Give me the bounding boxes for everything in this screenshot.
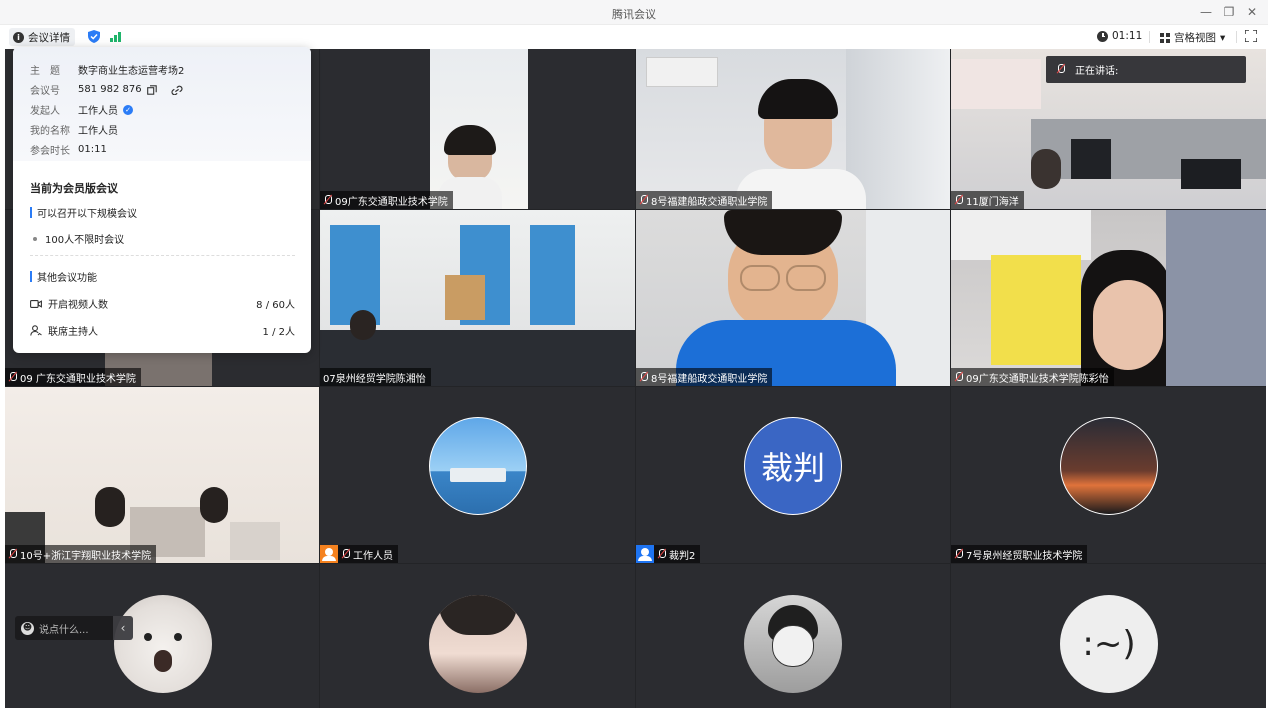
- participant-avatar: [429, 417, 527, 515]
- feature-cohost-value: 1 / 2人: [262, 327, 295, 338]
- section-features: 其他会议功能: [30, 269, 97, 284]
- video-tile[interactable]: [636, 564, 950, 708]
- mic-muted-icon: [954, 194, 963, 206]
- toolbar-divider: [1236, 31, 1237, 43]
- chat-quick-input: ☻ 说点什么... ‹: [15, 616, 135, 640]
- mic-muted-icon: [1056, 64, 1065, 75]
- video-tile[interactable]: 09广东交通职业技术学院陈彩怡: [951, 210, 1266, 386]
- camera-feed: [320, 49, 635, 209]
- restore-button[interactable]: ❐: [1219, 3, 1239, 21]
- video-tile[interactable]: 10号+浙江宇翔职业技术学院: [5, 387, 319, 563]
- mic-muted-icon: [954, 548, 963, 560]
- speaking-indicator: 正在讲话:: [1046, 56, 1246, 83]
- chevron-down-icon: ▾: [1220, 31, 1226, 44]
- host-icon: [320, 545, 338, 563]
- cohost-user-icon: [30, 325, 42, 336]
- participant-name-tag: 09广东交通职业技术学院: [320, 191, 453, 209]
- mic-muted-icon: [639, 194, 648, 206]
- video-tile[interactable]: 7号泉州经贸职业技术学院: [951, 387, 1266, 563]
- info-row-topic: 主 题 数字商业生态运营考场2: [30, 66, 185, 77]
- mic-muted-icon: [323, 194, 332, 206]
- mic-muted-icon: [8, 371, 17, 383]
- meeting-id: 581 982 876: [78, 84, 142, 95]
- mic-muted-icon: [8, 548, 17, 560]
- participant-avatar: [429, 595, 527, 693]
- section-scale: 可以召开以下规模会议: [30, 205, 137, 220]
- cohost-icon: [636, 545, 654, 563]
- meeting-info-button[interactable]: i 会议详情: [9, 28, 75, 46]
- info-row-meeting-id: 会议号 581 982 876: [30, 82, 184, 97]
- view-mode-label: 宫格视图: [1174, 32, 1216, 44]
- app-title: 腾讯会议: [612, 8, 656, 21]
- participant-name-tag: 8号福建船政交通职业学院: [636, 368, 773, 386]
- info-row-duration: 参会时长 01:11: [30, 144, 107, 157]
- mic-muted-icon: [639, 371, 648, 383]
- network-signal-icon[interactable]: [110, 31, 121, 42]
- video-camera-icon: [30, 299, 42, 308]
- participant-avatar: :~): [1060, 595, 1158, 693]
- feature-cohost: 联席主持人: [30, 323, 98, 338]
- video-tile[interactable]: :~): [951, 564, 1266, 708]
- meeting-info-label: 会议详情: [28, 31, 70, 44]
- info-row-organizer: 发起人 工作人员 ✓: [30, 102, 133, 117]
- participant-avatar: 裁判: [744, 417, 842, 515]
- security-shield-icon[interactable]: [88, 30, 100, 43]
- feature-video-value: 8 / 60人: [256, 300, 295, 311]
- copy-icon[interactable]: [146, 84, 157, 95]
- video-tile[interactable]: 8号福建船政交通职业学院: [636, 210, 950, 386]
- participant-name-tag: 10号+浙江宇翔职业技术学院: [5, 545, 157, 563]
- meeting-timer: 01:11: [1097, 30, 1142, 42]
- toolbar-divider: [1149, 31, 1150, 43]
- membership-title: 当前为会员版会议: [30, 182, 118, 195]
- video-tile[interactable]: 07泉州经贸学院陈湘怡: [320, 210, 635, 386]
- participant-name-tag: 09广东交通职业技术学院陈彩怡: [951, 368, 1114, 386]
- video-tile[interactable]: 裁判 裁判2: [636, 387, 950, 563]
- participant-avatar: [1060, 417, 1158, 515]
- section-divider: [30, 255, 295, 256]
- participant-avatar: [744, 595, 842, 693]
- minimize-button[interactable]: —: [1196, 3, 1216, 21]
- video-tile[interactable]: 8号福建船政交通职业学院: [636, 49, 950, 209]
- close-button[interactable]: ✕: [1242, 3, 1262, 21]
- camera-feed: [320, 210, 635, 386]
- participant-name-tag: 7号泉州经贸职业技术学院: [951, 545, 1088, 563]
- camera-feed: [5, 387, 319, 563]
- camera-feed: [636, 49, 950, 209]
- chat-input[interactable]: ☻ 说点什么...: [15, 616, 113, 640]
- view-mode-dropdown[interactable]: 宫格视图 ▾: [1160, 30, 1225, 45]
- participant-name-tag: 07泉州经贸学院陈湘怡: [320, 368, 431, 386]
- video-tile[interactable]: 09广东交通职业技术学院: [320, 49, 635, 209]
- feature-video-count: 开启视频人数: [30, 296, 108, 311]
- participant-avatar: [114, 595, 212, 693]
- speaking-label: 正在讲话:: [1075, 66, 1119, 77]
- info-icon: i: [13, 31, 24, 43]
- mic-muted-icon: [657, 548, 666, 560]
- chat-placeholder: 说点什么...: [39, 624, 89, 636]
- mic-muted-icon: [954, 371, 963, 383]
- collapse-chat-button[interactable]: ‹: [113, 616, 133, 640]
- participant-name-tag: 09 广东交通职业技术学院: [5, 368, 141, 386]
- participant-name-tag: 裁判2: [636, 545, 701, 563]
- verified-icon: ✓: [123, 104, 133, 115]
- emoji-icon[interactable]: ☻: [21, 621, 34, 635]
- mic-muted-icon: [341, 548, 350, 560]
- window-title-bar: 腾讯会议 — ❐ ✕: [0, 0, 1268, 25]
- meeting-toolbar: i 会议详情 01:11 宫格视图 ▾: [0, 25, 1268, 49]
- info-row-my-name: 我的名称 工作人员: [30, 126, 118, 137]
- camera-feed: [636, 210, 950, 386]
- participant-name-tag: 11厦门海洋: [951, 191, 1024, 209]
- bullet-icon: [33, 236, 37, 241]
- camera-feed: [951, 210, 1266, 386]
- meeting-info-popover: 主 题 数字商业生态运营考场2 会议号 581 982 876 发起人 工作人员…: [13, 47, 311, 353]
- participant-name-tag: 工作人员: [320, 545, 398, 563]
- video-tile[interactable]: [320, 564, 635, 708]
- link-icon[interactable]: [170, 85, 184, 95]
- elapsed-time: 01:11: [1112, 30, 1143, 42]
- video-tile[interactable]: 工作人员: [320, 387, 635, 563]
- scale-item: 100人不限时会议: [30, 231, 124, 246]
- fullscreen-icon[interactable]: [1245, 30, 1257, 42]
- participant-name-tag: 8号福建船政交通职业学院: [636, 191, 773, 209]
- clock-icon: [1097, 30, 1108, 42]
- grid-view-icon: [1160, 32, 1170, 43]
